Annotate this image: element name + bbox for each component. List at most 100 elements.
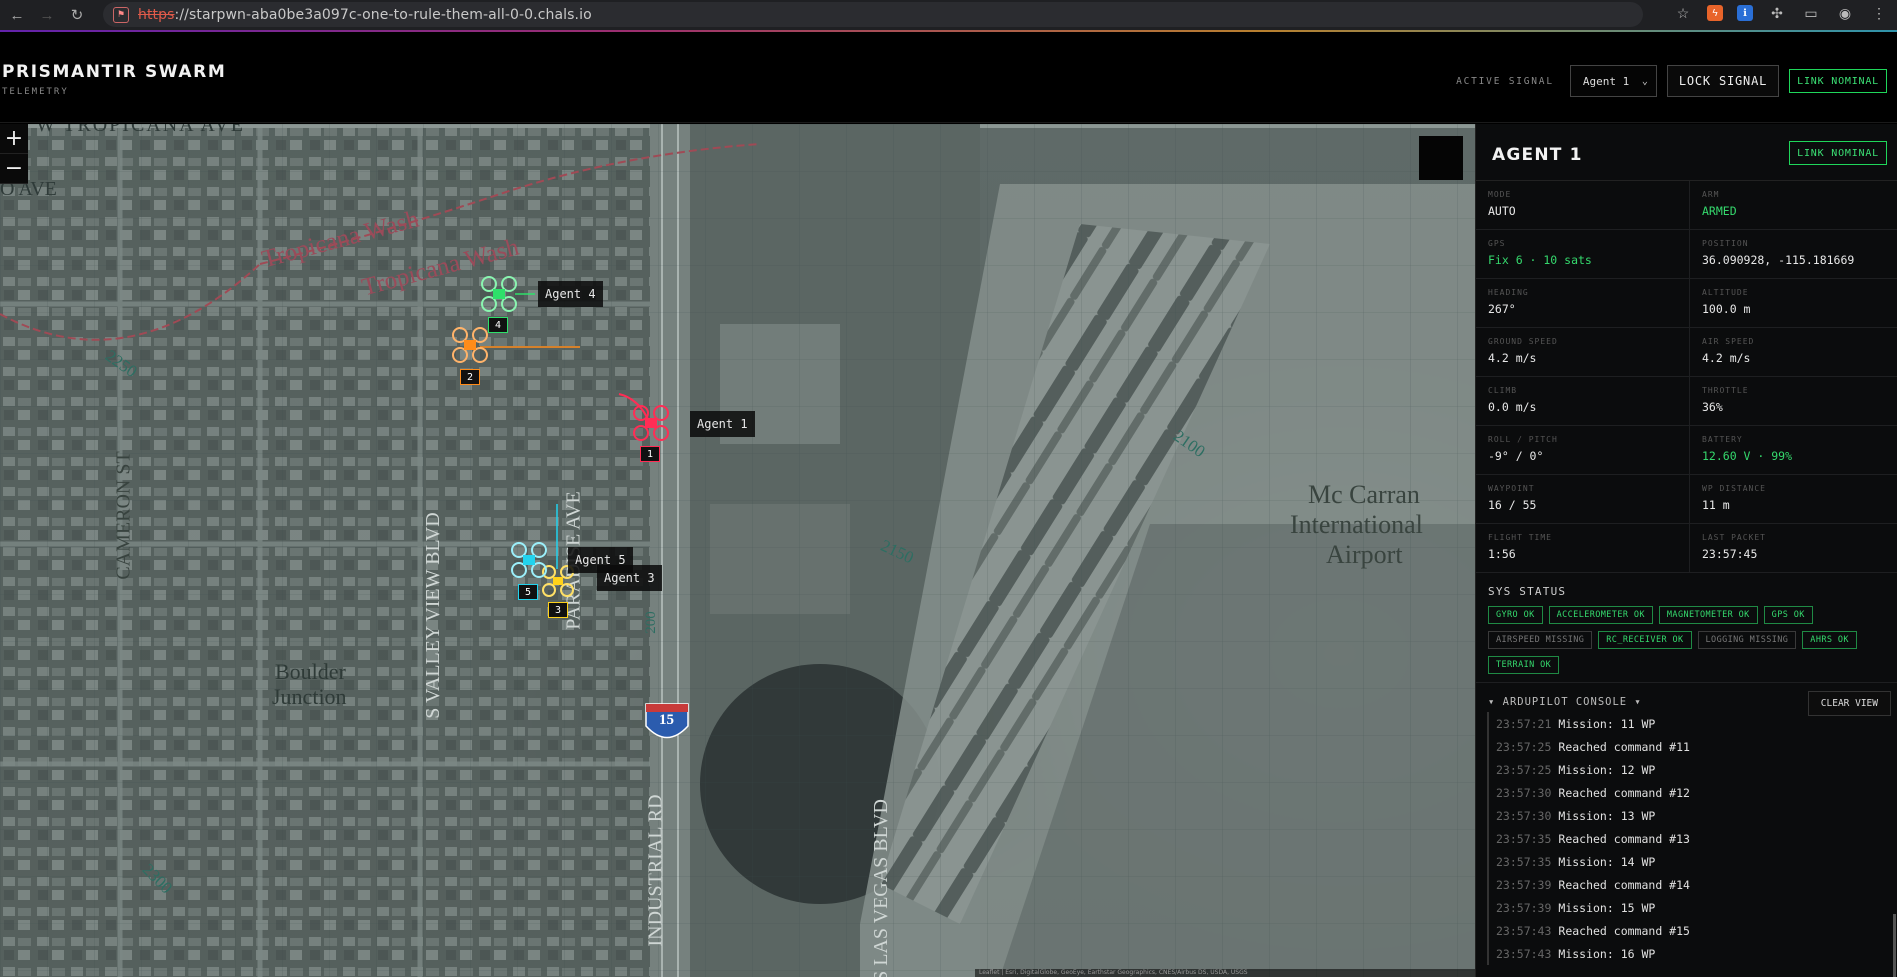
log-time: 23:57:39 xyxy=(1496,900,1552,915)
drone-number-badge[interactable]: 5 xyxy=(518,584,538,600)
log-time: 23:57:21 xyxy=(1496,716,1552,731)
drone-number-badge[interactable]: 2 xyxy=(460,369,480,385)
agent-select[interactable]: Agent 1 ⌄ xyxy=(1569,65,1657,97)
telemetry-value: 12.60 V · 99% xyxy=(1702,449,1793,463)
telemetry-key: ARM xyxy=(1702,190,1720,199)
status-chip: GYRO OK xyxy=(1488,606,1543,624)
telemetry-cell-position: POSITION 36.090928, -115.181669 xyxy=(1690,230,1897,279)
map-view[interactable]: W TROPICANA AVE O AVE Tropicana Wash Tro… xyxy=(0,124,1475,977)
log-message: Mission: 11 WP xyxy=(1558,716,1656,731)
telemetry-cell-mode: MODE AUTO xyxy=(1476,181,1690,230)
forward-arrow-icon[interactable]: → xyxy=(34,2,60,28)
app-header: PRISMANTIR SWARM TELEMETRY ACTIVE SIGNAL… xyxy=(0,32,1897,123)
extension-icon[interactable]: ϟ xyxy=(1707,5,1723,21)
telemetry-key: WAYPOINT xyxy=(1488,484,1535,493)
drone-label-agent-1[interactable]: Agent 1 xyxy=(690,411,755,437)
log-line: 23:57:43 Mission: 16 WP xyxy=(1487,942,1877,965)
map-label-place: Airport xyxy=(1326,540,1403,569)
log-message: Mission: 15 WP xyxy=(1558,900,1656,915)
telemetry-cell-arm: ARM ARMED xyxy=(1690,181,1897,230)
sys-status-section: SYS STATUS GYRO OK ACCELEROMETER OK MAGN… xyxy=(1476,573,1897,683)
log-line: 23:57:25 Mission: 12 WP xyxy=(1487,758,1877,781)
log-message: Mission: 12 WP xyxy=(1558,762,1656,777)
telemetry-key: CLIMB xyxy=(1488,386,1518,395)
address-bar[interactable]: ⚑ https://starpwn-aba0be3a097c-one-to-ru… xyxy=(103,2,1643,27)
site-info-icon[interactable]: ⚑ xyxy=(113,6,129,23)
zoom-out-button[interactable]: − xyxy=(0,154,28,184)
telemetry-value: ARMED xyxy=(1702,204,1737,218)
telemetry-value: 16 / 55 xyxy=(1488,498,1537,512)
telemetry-key: GPS xyxy=(1488,239,1506,248)
telemetry-value: -9° / 0° xyxy=(1488,449,1544,463)
map-label-street: W TROPICANA AVE xyxy=(36,124,245,136)
map-label-street: INDUSTRIAL RD xyxy=(644,794,667,947)
telemetry-cell-roll-pitch: ROLL / PITCH -9° / 0° xyxy=(1476,426,1690,475)
status-chip: AIRSPEED MISSING xyxy=(1488,631,1593,649)
telemetry-cell-ground-speed: GROUND SPEED 4.2 m/s xyxy=(1476,328,1690,377)
star-icon[interactable]: ☆ xyxy=(1673,3,1693,23)
console-toggle[interactable]: ▾ ARDUPILOT CONSOLE ▾ xyxy=(1488,696,1642,708)
map-label-place: International xyxy=(1290,510,1423,539)
drone-label-agent-4[interactable]: Agent 4 xyxy=(538,281,603,307)
log-time: 23:57:30 xyxy=(1496,785,1552,800)
log-time: 23:57:43 xyxy=(1496,946,1552,961)
puzzle-icon[interactable]: ✣ xyxy=(1767,3,1787,23)
drone-number-badge[interactable]: 4 xyxy=(488,317,508,333)
telemetry-cell-waypoint: WAYPOINT 16 / 55 xyxy=(1476,475,1690,524)
telemetry-key: BATTERY xyxy=(1702,435,1743,444)
telemetry-value: AUTO xyxy=(1488,204,1516,218)
log-message: Mission: 14 WP xyxy=(1558,854,1656,869)
log-message: Mission: 16 WP xyxy=(1558,946,1656,961)
telemetry-cell-flight-time: FLIGHT TIME 1:56 xyxy=(1476,524,1690,573)
telemetry-key: ALTITUDE xyxy=(1702,288,1749,297)
map-overlay-control[interactable] xyxy=(1419,136,1463,180)
reload-icon[interactable]: ↻ xyxy=(64,2,90,28)
telemetry-key: POSITION xyxy=(1702,239,1749,248)
log-line: 23:57:43 Reached command #15 xyxy=(1487,919,1877,942)
map-label-place: Mc Carran xyxy=(1308,480,1420,509)
status-chip: ACCELEROMETER OK xyxy=(1548,606,1653,624)
active-signal-label: ACTIVE SIGNAL xyxy=(1456,75,1554,87)
lock-signal-button[interactable]: LOCK SIGNAL xyxy=(1666,65,1780,97)
log-message: Mission: 13 WP xyxy=(1558,808,1656,823)
profile-icon[interactable]: ◉ xyxy=(1835,3,1855,23)
log-line: 23:57:39 Mission: 15 WP xyxy=(1487,896,1877,919)
telemetry-value: 267° xyxy=(1488,302,1516,316)
console-scrollbar[interactable] xyxy=(1893,914,1896,977)
drone-number-badge[interactable]: 1 xyxy=(640,446,660,462)
url-text[interactable]: https://starpwn-aba0be3a097c-one-to-rule… xyxy=(138,7,592,23)
log-line: 23:57:21 Mission: 11 WP xyxy=(1487,712,1877,735)
telemetry-value: 1:56 xyxy=(1488,547,1516,561)
log-time: 23:57:39 xyxy=(1496,877,1552,892)
map-basemap xyxy=(0,124,1475,977)
telemetry-cell-altitude: ALTITUDE 100.0 m xyxy=(1690,279,1897,328)
extension-icon[interactable]: ℹ xyxy=(1737,5,1753,21)
map-label-place: Boulder xyxy=(275,659,346,684)
map-label-street: S VALLEY VIEW BLVD xyxy=(421,512,444,719)
telemetry-key: AIR SPEED xyxy=(1702,337,1755,346)
log-message: Reached command #13 xyxy=(1558,831,1690,846)
telemetry-key: FLIGHT TIME xyxy=(1488,533,1552,542)
telemetry-value: 0.0 m/s xyxy=(1488,400,1537,414)
download-icon[interactable]: ▭ xyxy=(1801,3,1821,23)
log-line: 23:57:30 Mission: 13 WP xyxy=(1487,804,1877,827)
link-status-badge: LINK NOMINAL xyxy=(1789,141,1887,165)
status-chip: MAGNETOMETER OK xyxy=(1658,606,1758,624)
browser-toolbar: ← → ↻ ⚑ https://starpwn-aba0be3a097c-one… xyxy=(0,0,1897,30)
back-arrow-icon[interactable]: ← xyxy=(4,2,30,28)
log-time: 23:57:43 xyxy=(1496,923,1552,938)
log-time: 23:57:35 xyxy=(1496,854,1552,869)
console-log[interactable]: 23:57:21 Mission: 11 WP 23:57:25 Reached c… xyxy=(1487,712,1877,977)
drone-label-agent-5[interactable]: Agent 5 xyxy=(568,547,633,573)
log-time: 23:57:30 xyxy=(1496,808,1552,823)
log-message: Reached command #12 xyxy=(1558,785,1690,800)
telemetry-value: 23:57:45 xyxy=(1702,547,1758,561)
status-chip: GPS OK xyxy=(1763,606,1813,624)
telemetry-value: 36% xyxy=(1702,400,1723,414)
interstate-shield-label: 15 xyxy=(659,712,674,728)
map-attribution[interactable]: Leaflet | Esri, DigitalGlobe, GeoEye, Ea… xyxy=(975,969,1475,977)
drone-number-badge[interactable]: 3 xyxy=(548,602,568,618)
log-message: Reached command #15 xyxy=(1558,923,1690,938)
zoom-in-button[interactable]: + xyxy=(0,124,28,154)
menu-icon[interactable]: ⋮ xyxy=(1869,3,1889,23)
